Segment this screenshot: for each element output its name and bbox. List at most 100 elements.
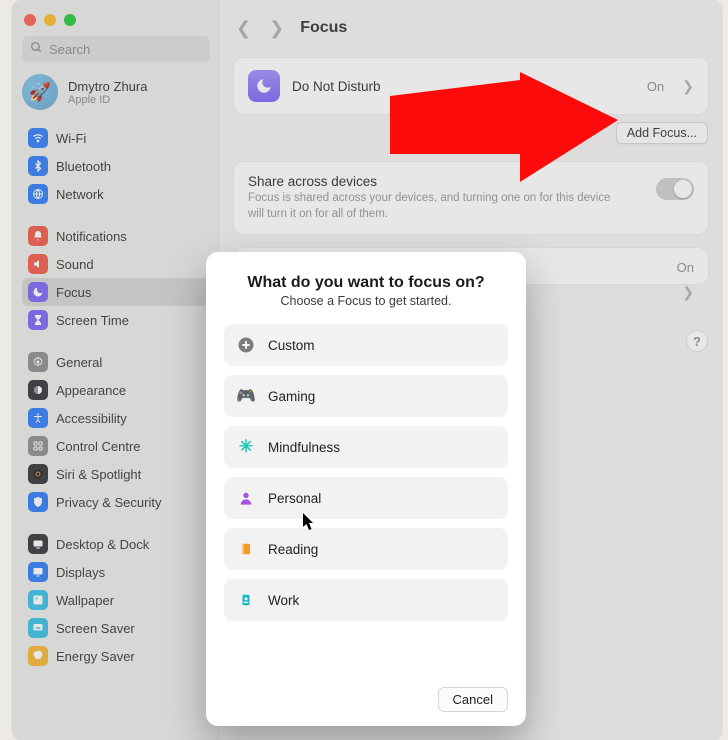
share-title: Share across devices [248,174,694,189]
modal-title: What do you want to focus on? [224,274,508,292]
badge-icon [236,590,256,610]
share-toggle[interactable] [656,178,694,200]
sidebar-item-label: Screen Time [56,313,129,328]
focus-option-reading[interactable]: Reading [224,528,508,570]
dnd-card: Do Not Disturb On ❯ [234,58,708,114]
help-button[interactable]: ? [686,330,708,352]
sidebar-item-displays[interactable]: Displays [22,558,210,586]
sidebar-item-label: Appearance [56,383,126,398]
sidebar-item-label: Siri & Spotlight [56,467,141,482]
focus-status-state: On [677,260,694,275]
sidebar-item-control-centre[interactable]: Control Centre [22,432,210,460]
moon-icon [248,70,280,102]
sidebar-item-label: Desktop & Dock [56,537,149,552]
apple-id-row[interactable]: 🚀 Dmytro Zhura Apple ID [22,74,210,110]
sidebar-item-privacy-security[interactable]: Privacy & Security [22,488,210,516]
focus-option-personal[interactable]: Personal [224,477,508,519]
chevron-right-icon: ❯ [682,78,694,95]
sidebar-item-label: Energy Saver [56,649,135,664]
mindfulness-icon: ✳ [236,437,256,457]
bluetooth-icon [28,156,48,176]
chevron-right-icon: ❯ [682,284,694,301]
sidebar-item-label: Wallpaper [56,593,114,608]
network-icon [28,184,48,204]
focus-option-label: Gaming [268,389,315,404]
dnd-label: Do Not Disturb [292,79,635,94]
energy-icon [28,646,48,666]
sidebar-item-label: Network [56,187,104,202]
zoom-window-icon[interactable] [64,14,76,26]
appearance-icon [28,380,48,400]
avatar: 🚀 [22,74,58,110]
sidebar-item-accessibility[interactable]: Accessibility [22,404,210,432]
sidebar-item-label: Accessibility [56,411,127,426]
focus-option-custom[interactable]: Custom [224,324,508,366]
sidebar-item-energy-saver[interactable]: Energy Saver [22,642,210,670]
sidebar-item-appearance[interactable]: Appearance [22,376,210,404]
sidebar-item-sound[interactable]: Sound [22,250,210,278]
dnd-state: On [647,79,664,94]
user-sub: Apple ID [68,94,147,106]
sidebar-item-network[interactable]: Network [22,180,210,208]
share-desc: Focus is shared across your devices, and… [248,191,628,222]
sidebar-item-label: Wi-Fi [56,131,86,146]
sidebar-item-label: Focus [56,285,91,300]
dock-icon [28,534,48,554]
focus-option-label: Work [268,593,299,608]
cancel-button[interactable]: Cancel [438,687,508,712]
page-title: Focus [300,19,347,37]
sidebar-item-label: Control Centre [56,439,141,454]
minimize-window-icon[interactable] [44,14,56,26]
hourglass-icon [28,310,48,330]
close-window-icon[interactable] [24,14,36,26]
sidebar-item-wi-fi[interactable]: Wi-Fi [22,124,210,152]
add-focus-modal: What do you want to focus on? Choose a F… [206,252,526,726]
displays-icon [28,562,48,582]
sidebar-item-siri-spotlight[interactable]: Siri & Spotlight [22,460,210,488]
sidebar-item-notifications[interactable]: Notifications [22,222,210,250]
sidebar-item-label: Privacy & Security [56,495,161,510]
sidebar: Search 🚀 Dmytro Zhura Apple ID Wi-Fi Blue… [12,0,220,740]
sidebar-item-focus[interactable]: Focus [22,278,210,306]
screensaver-icon [28,618,48,638]
focus-option-gaming[interactable]: 🎮 Gaming [224,375,508,417]
accessibility-icon [28,408,48,428]
user-name: Dmytro Zhura [68,79,147,94]
sidebar-item-label: Notifications [56,229,127,244]
sidebar-item-screen-time[interactable]: Screen Time [22,306,210,334]
dnd-row[interactable]: Do Not Disturb On ❯ [234,58,708,114]
add-focus-button[interactable]: Add Focus... [616,122,708,144]
sidebar-item-bluetooth[interactable]: Bluetooth [22,152,210,180]
wifi-icon [28,128,48,148]
bell-icon [28,226,48,246]
moon-icon [28,282,48,302]
plus-circle-icon [236,335,256,355]
nav-back-icon[interactable]: ❮ [234,18,253,39]
modal-subtitle: Choose a Focus to get started. [224,294,508,308]
sidebar-item-label: Screen Saver [56,621,135,636]
sound-icon [28,254,48,274]
sidebar-item-label: Sound [56,257,94,272]
toolbar: Add Focus... [234,114,708,152]
book-icon [236,539,256,559]
sidebar-item-general[interactable]: General [22,348,210,376]
gear-icon [28,352,48,372]
nav-forward-icon[interactable]: ❯ [267,18,286,39]
focus-option-mindfulness[interactable]: ✳ Mindfulness [224,426,508,468]
window-controls [16,8,216,36]
focus-option-label: Reading [268,542,318,557]
focus-option-label: Custom [268,338,315,353]
privacy-icon [28,492,48,512]
gamepad-icon: 🎮 [236,386,256,406]
search-icon [30,41,43,57]
search-input[interactable]: Search [22,36,210,62]
share-card: Share across devices Focus is shared acr… [234,162,708,234]
sidebar-item-label: Displays [56,565,105,580]
sidebar-item-desktop-dock[interactable]: Desktop & Dock [22,530,210,558]
siri-icon [28,464,48,484]
sidebar-item-screen-saver[interactable]: Screen Saver [22,614,210,642]
control-icon [28,436,48,456]
focus-option-work[interactable]: Work [224,579,508,621]
focus-option-label: Mindfulness [268,440,340,455]
sidebar-item-wallpaper[interactable]: Wallpaper [22,586,210,614]
